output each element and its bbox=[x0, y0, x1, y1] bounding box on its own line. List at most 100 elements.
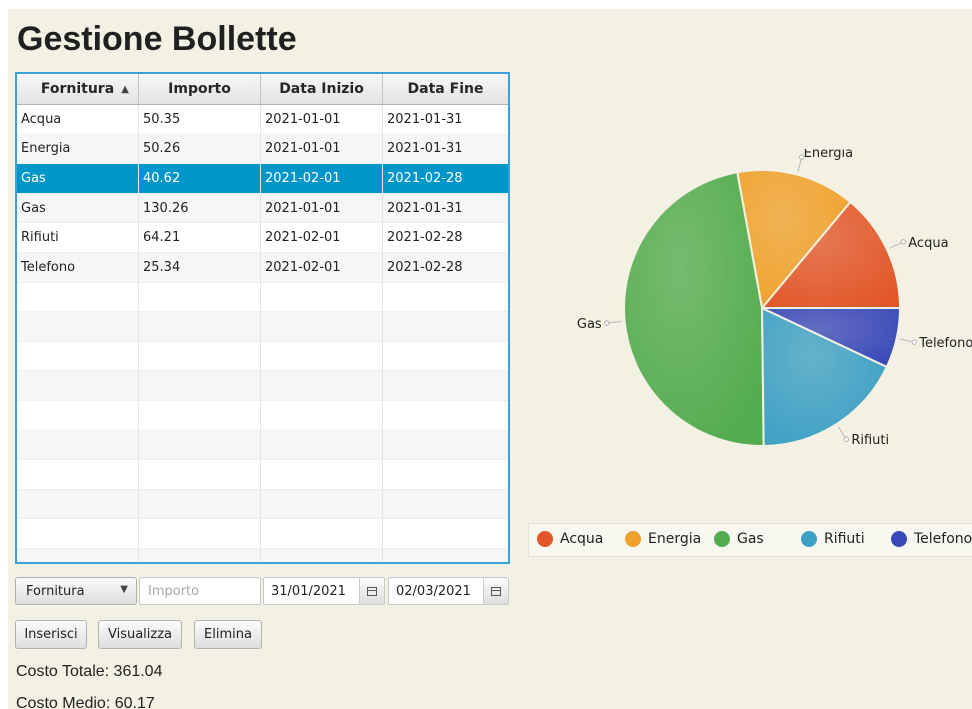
cell-data-fine bbox=[383, 371, 508, 400]
cell-importo bbox=[139, 519, 261, 548]
cell-importo bbox=[139, 489, 261, 519]
bills-table[interactable]: Fornitura ▲ Importo Data Inizio Data Fin… bbox=[15, 72, 510, 564]
cell-fornitura: Rifiuti bbox=[17, 223, 139, 252]
cell-importo: 130.26 bbox=[139, 193, 261, 223]
cell-fornitura: Gas bbox=[17, 193, 139, 223]
cell-data-fine: 2021-01-31 bbox=[387, 111, 463, 127]
cell-importo: 25.34 bbox=[139, 252, 261, 282]
cell-data-inizio bbox=[261, 519, 383, 548]
cell-data-inizio: 2021-02-01 bbox=[261, 252, 383, 282]
date-to-value[interactable]: 02/03/2021 bbox=[389, 578, 483, 604]
date-to-calendar-button[interactable] bbox=[483, 578, 508, 604]
page-title: Gestione Bollette bbox=[17, 20, 297, 58]
date-from-calendar-button[interactable] bbox=[359, 578, 384, 604]
importo-input[interactable] bbox=[139, 577, 261, 605]
inserisci-button[interactable]: Inserisci bbox=[15, 620, 87, 649]
cell-data-inizio bbox=[261, 489, 383, 519]
cell-fornitura bbox=[17, 312, 139, 341]
cell-importo bbox=[139, 341, 261, 371]
empty-table-row[interactable] bbox=[17, 282, 508, 313]
legend-swatch bbox=[891, 531, 907, 547]
table-row[interactable]: Gas 40.62 2021-02-01 2021-02-28 bbox=[17, 164, 508, 194]
table-row[interactable]: Gas 130.26 2021-01-01 2021-01-31 bbox=[17, 193, 508, 224]
cell-data-fine: 2021-02-28 bbox=[387, 259, 463, 275]
costo-totale-label: Costo Totale: 361.04 bbox=[16, 663, 163, 680]
cell-data-inizio: 2021-02-01 bbox=[261, 223, 383, 252]
empty-table-row[interactable] bbox=[17, 430, 508, 461]
column-header-fornitura[interactable]: Fornitura ▲ bbox=[17, 74, 139, 104]
costo-medio-label: Costo Medio: 60.17 bbox=[16, 695, 155, 709]
pie-label-rifiuti: Rifiuti bbox=[851, 433, 889, 448]
table-row[interactable]: Energia 50.26 2021-01-01 2021-01-31 bbox=[17, 134, 508, 165]
visualizza-button[interactable]: Visualizza bbox=[98, 620, 182, 649]
cell-data-fine bbox=[383, 460, 508, 489]
cell-data-inizio: 2021-02-01 bbox=[261, 164, 383, 193]
pie-label-gas: Gas bbox=[577, 317, 602, 332]
column-header-data-inizio[interactable]: Data Inizio bbox=[261, 74, 383, 104]
cell-data-inizio bbox=[261, 282, 383, 312]
cell-data-inizio bbox=[261, 430, 383, 460]
column-header-importo[interactable]: Importo bbox=[139, 74, 261, 104]
cell-data-fine bbox=[383, 519, 508, 548]
cell-fornitura bbox=[17, 430, 139, 460]
legend-item-telefono: Telefono bbox=[891, 531, 972, 547]
date-from-picker[interactable]: 31/01/2021 bbox=[263, 577, 385, 605]
cell-data-fine bbox=[383, 549, 508, 562]
chart-legend: Acqua Energia Gas Rifiuti Telefono bbox=[528, 523, 972, 557]
fornitura-select[interactable]: Fornitura ▼ bbox=[15, 577, 137, 605]
empty-table-row[interactable] bbox=[17, 460, 508, 490]
calendar-icon bbox=[367, 586, 377, 596]
cell-fornitura bbox=[17, 341, 139, 371]
date-from-value[interactable]: 31/01/2021 bbox=[264, 578, 359, 604]
empty-table-row[interactable] bbox=[17, 548, 508, 562]
empty-table-row[interactable] bbox=[17, 400, 508, 431]
cell-data-inizio bbox=[261, 548, 383, 562]
cell-data-fine: 2021-01-31 bbox=[387, 141, 463, 157]
elimina-button[interactable]: Elimina bbox=[194, 620, 262, 649]
legend-item-gas: Gas bbox=[714, 531, 764, 547]
cell-data-fine bbox=[383, 342, 508, 371]
table-row[interactable]: Acqua 50.35 2021-01-01 2021-01-31 bbox=[17, 105, 508, 135]
cell-fornitura: Telefono bbox=[17, 252, 139, 282]
table-row[interactable]: Rifiuti 64.21 2021-02-01 2021-02-28 bbox=[17, 223, 508, 253]
cell-fornitura bbox=[17, 282, 139, 312]
legend-label: Acqua bbox=[560, 531, 604, 547]
cell-data-fine: 2021-02-28 bbox=[387, 170, 463, 186]
cell-fornitura: Energia bbox=[17, 134, 139, 164]
empty-table-row[interactable] bbox=[17, 489, 508, 520]
cell-fornitura bbox=[17, 460, 139, 489]
calendar-icon bbox=[491, 586, 501, 596]
label-leader-dot bbox=[604, 320, 610, 326]
column-header-data-fine[interactable]: Data Fine bbox=[383, 74, 508, 104]
table-row[interactable]: Telefono 25.34 2021-02-01 2021-02-28 bbox=[17, 252, 508, 283]
legend-swatch bbox=[801, 531, 817, 547]
empty-table-row[interactable] bbox=[17, 341, 508, 372]
legend-item-acqua: Acqua bbox=[537, 531, 603, 547]
cell-data-inizio bbox=[261, 371, 383, 400]
legend-swatch bbox=[714, 531, 730, 547]
label-leader-dot bbox=[843, 436, 850, 442]
cell-data-inizio bbox=[261, 341, 383, 371]
cell-importo bbox=[139, 430, 261, 460]
cell-data-fine: 2021-01-31 bbox=[387, 200, 463, 216]
cell-fornitura bbox=[17, 519, 139, 548]
empty-table-row[interactable] bbox=[17, 371, 508, 401]
cell-importo: 50.26 bbox=[139, 134, 261, 164]
legend-item-energia: Energia bbox=[625, 531, 701, 547]
pie-label-acqua: Acqua bbox=[908, 236, 948, 251]
app-window: Gestione Bollette Fornitura ▲ Importo Da… bbox=[8, 9, 972, 709]
empty-table-row[interactable] bbox=[17, 312, 508, 342]
cell-fornitura bbox=[17, 548, 139, 562]
cell-importo bbox=[139, 548, 261, 562]
date-to-picker[interactable]: 02/03/2021 bbox=[388, 577, 509, 605]
empty-table-row[interactable] bbox=[17, 519, 508, 549]
cell-fornitura bbox=[17, 489, 139, 519]
cell-importo: 40.62 bbox=[139, 164, 261, 193]
cell-data-inizio: 2021-01-01 bbox=[261, 193, 383, 223]
legend-label: Rifiuti bbox=[824, 531, 865, 547]
legend-swatch bbox=[625, 531, 641, 547]
cell-fornitura: Acqua bbox=[17, 105, 139, 134]
cell-data-fine bbox=[383, 312, 508, 341]
cell-importo bbox=[139, 312, 261, 341]
cell-data-fine bbox=[383, 490, 508, 519]
